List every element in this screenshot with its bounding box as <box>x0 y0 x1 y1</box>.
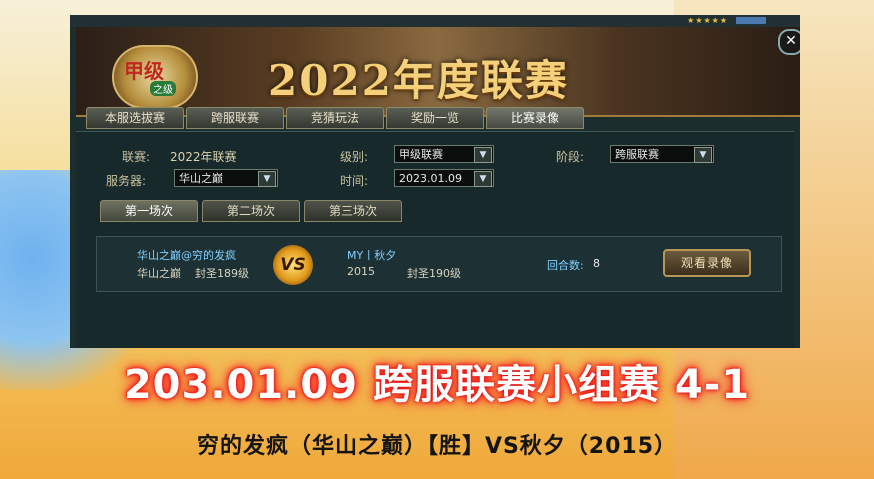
rounds-value: 8 <box>593 257 600 270</box>
game-window: ★★★★★ 甲级 之级 2022年度联赛 ✕ 本服选拔赛 跨服联赛 竞猜玩法 奖… <box>70 15 800 348</box>
tab-betting[interactable]: 竞猜玩法 <box>286 107 384 129</box>
level-select-value: 甲级联赛 <box>399 148 443 161</box>
caption-subtitle: 穷的发疯（华山之巅）【胜】VS秋夕（2015） <box>196 434 678 459</box>
server-select-value: 华山之巅 <box>179 172 223 185</box>
rounds-label: 回合数: <box>547 259 584 272</box>
tab-round-1[interactable]: 第一场次 <box>100 200 198 222</box>
tab-match-replays[interactable]: 比赛录像 <box>486 107 584 129</box>
top-status-strip: ★★★★★ <box>70 15 800 27</box>
stage-label: 阶段: <box>556 150 585 164</box>
league-emblem-logo: 甲级 之级 <box>112 45 198 109</box>
server-select[interactable]: 华山之巅 ▼ <box>174 169 278 187</box>
caption-title: 203.01.09 跨服联赛小组赛 4-1 <box>123 362 751 408</box>
tab-round-2[interactable]: 第二场次 <box>202 200 300 222</box>
league-label: 联赛: <box>122 150 151 164</box>
watch-replay-button[interactable]: 观看录像 <box>663 249 751 277</box>
dropdown-arrow-icon: ▼ <box>258 171 276 187</box>
stage-select[interactable]: 跨服联赛 ▼ <box>610 145 714 163</box>
match-row: 华山之巅@穷的发疯 华山之巅 封圣189级 VS MY丨秋夕 2015 封圣19… <box>96 236 782 292</box>
player2-server: 2015 <box>347 265 375 278</box>
banner-title: 2022年度联赛 <box>268 56 569 105</box>
player1-name: 华山之巅@穷的发疯 <box>137 249 236 262</box>
emblem-subtext: 之级 <box>150 81 176 96</box>
close-button[interactable]: ✕ <box>778 29 800 55</box>
level-label: 级别: <box>340 150 369 164</box>
emblem-text: 甲级 <box>124 59 164 83</box>
status-bar-icon <box>736 17 766 24</box>
time-select-value: 2023.01.09 <box>399 172 462 185</box>
player1-level: 封圣189级 <box>195 267 249 280</box>
rating-stars-icon: ★★★★★ <box>687 16 728 25</box>
dropdown-arrow-icon: ▼ <box>474 147 492 163</box>
tab-local-selection[interactable]: 本服选拔赛 <box>86 107 184 129</box>
dropdown-arrow-icon: ▼ <box>694 147 712 163</box>
player2-level: 封圣190级 <box>407 267 461 280</box>
player2-name: MY丨秋夕 <box>347 249 397 262</box>
level-select[interactable]: 甲级联赛 ▼ <box>394 145 494 163</box>
tab-rewards[interactable]: 奖励一览 <box>386 107 484 129</box>
tab-cross-server-league[interactable]: 跨服联赛 <box>186 107 284 129</box>
player1-server: 华山之巅 <box>137 267 181 280</box>
time-label: 时间: <box>340 174 369 188</box>
time-select[interactable]: 2023.01.09 ▼ <box>394 169 494 187</box>
stage-select-value: 跨服联赛 <box>615 148 659 161</box>
vs-icon: VS <box>273 245 313 285</box>
league-value: 2022年联赛 <box>170 150 237 164</box>
close-icon: ✕ <box>785 33 797 49</box>
league-banner: 甲级 之级 2022年度联赛 <box>76 27 800 117</box>
server-label: 服务器: <box>106 174 147 188</box>
replay-panel: 联赛: 2022年联赛 级别: 甲级联赛 ▼ 阶段: 跨服联赛 ▼ 服务器: 华… <box>76 131 794 348</box>
tab-round-3[interactable]: 第三场次 <box>304 200 402 222</box>
dropdown-arrow-icon: ▼ <box>474 171 492 187</box>
